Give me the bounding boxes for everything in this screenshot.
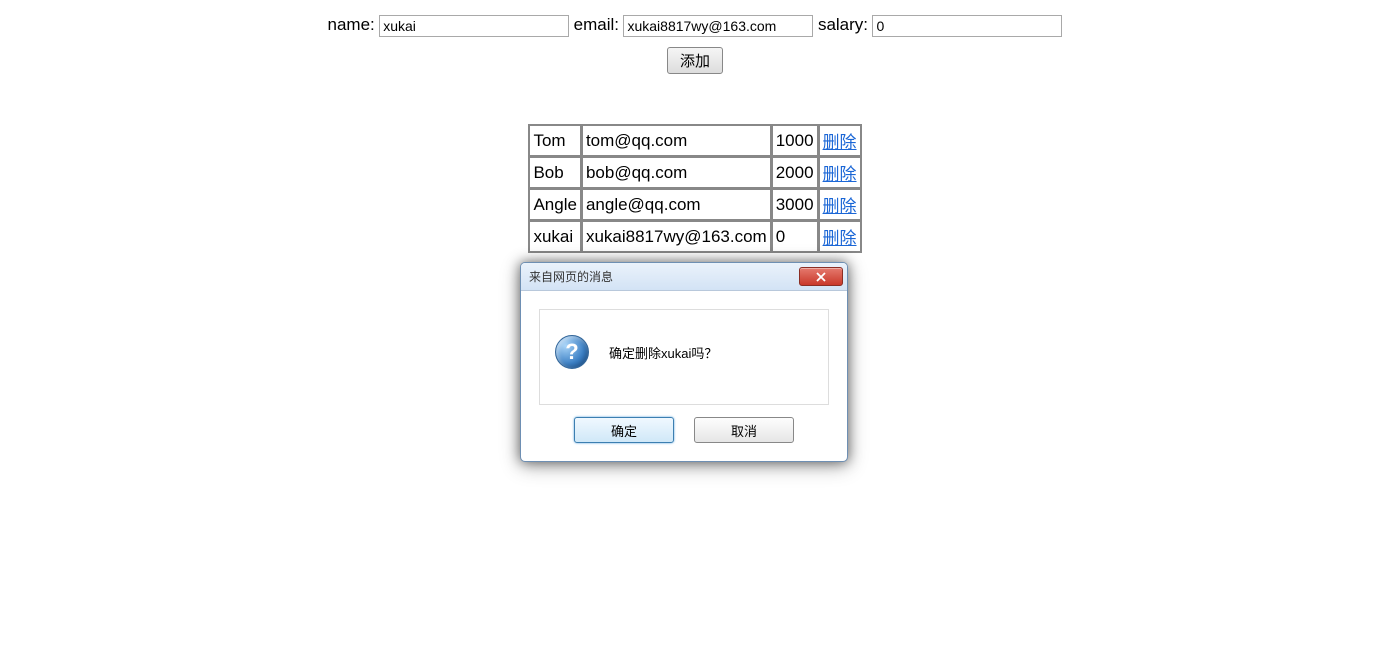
dialog-content: ? 确定删除xukai吗？: [539, 309, 829, 405]
cell-action: 删除: [819, 221, 861, 252]
cell-email: angle@qq.com: [582, 189, 771, 220]
dialog-message: 确定删除xukai吗？: [609, 343, 717, 362]
delete-link[interactable]: 删除: [823, 229, 857, 248]
email-label: email:: [574, 15, 619, 34]
confirm-dialog: 来自网页的消息 ? 确定删除xukai吗？ 确定 取消: [520, 262, 848, 462]
cell-salary: 3000: [772, 189, 818, 220]
table-row: xukaixukai8817wy@163.com0 删除: [529, 221, 860, 252]
table-row: Angleangle@qq.com3000 删除: [529, 189, 860, 220]
question-icon: ?: [555, 335, 589, 369]
name-input[interactable]: [379, 15, 569, 37]
email-input[interactable]: [623, 15, 813, 37]
cell-action: 删除: [819, 189, 861, 220]
salary-label: salary:: [818, 15, 868, 34]
form-row: name: email: salary:: [0, 0, 1390, 42]
cell-name: Bob: [529, 157, 580, 188]
cell-name: xukai: [529, 221, 580, 252]
button-row: 添加: [0, 47, 1390, 74]
cell-action: 删除: [819, 157, 861, 188]
salary-input[interactable]: [872, 15, 1062, 37]
dialog-buttons: 确定 取消: [521, 417, 847, 461]
delete-link[interactable]: 删除: [823, 165, 857, 184]
cell-salary: 2000: [772, 157, 818, 188]
cell-salary: 0: [772, 221, 818, 252]
cell-email: tom@qq.com: [582, 125, 771, 156]
name-label: name:: [328, 15, 375, 34]
close-icon: [816, 272, 826, 282]
delete-link[interactable]: 删除: [823, 197, 857, 216]
cell-salary: 1000: [772, 125, 818, 156]
cell-action: 删除: [819, 125, 861, 156]
data-table: Tomtom@qq.com1000删除Bobbob@qq.com2000删除An…: [528, 124, 861, 253]
cell-name: Tom: [529, 125, 580, 156]
ok-button[interactable]: 确定: [574, 417, 674, 443]
cell-email: xukai8817wy@163.com: [582, 221, 771, 252]
add-button[interactable]: 添加: [667, 47, 723, 74]
cancel-button[interactable]: 取消: [694, 417, 794, 443]
dialog-titlebar: 来自网页的消息: [521, 263, 847, 291]
table-row: Tomtom@qq.com1000 删除: [529, 125, 860, 156]
dialog-title: 来自网页的消息: [529, 268, 613, 285]
table-row: Bobbob@qq.com2000 删除: [529, 157, 860, 188]
delete-link[interactable]: 删除: [823, 133, 857, 152]
close-button[interactable]: [799, 267, 843, 286]
cell-email: bob@qq.com: [582, 157, 771, 188]
cell-name: Angle: [529, 189, 580, 220]
dialog-body: ? 确定删除xukai吗？: [521, 291, 847, 423]
